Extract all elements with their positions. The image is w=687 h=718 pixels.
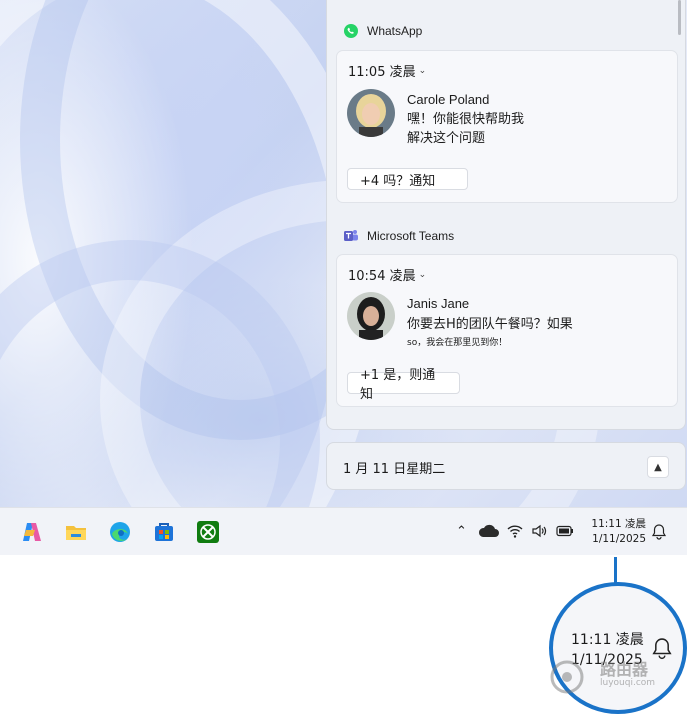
file-explorer-icon[interactable] — [64, 520, 88, 544]
whatsapp-icon — [344, 24, 358, 38]
sender-name: Carole Poland — [407, 92, 490, 107]
cloud-icon[interactable] — [478, 523, 500, 539]
notification-card-whatsapp[interactable]: 11:05 凌晨 ⌄ Carole Poland 嘿！你能很快帮助我 解决这个问… — [336, 50, 678, 203]
xbox-icon[interactable] — [196, 520, 220, 544]
zoom-clock-time: 11:11 凌晨 — [571, 632, 644, 648]
notification-scrollbar[interactable] — [678, 0, 681, 35]
app-name: Microsoft Teams — [367, 229, 455, 243]
notification-app-header-whatsapp: WhatsApp — [343, 23, 422, 39]
store-icon[interactable] — [152, 520, 176, 544]
notification-action-button[interactable]: +1 是，则通知 — [347, 368, 460, 402]
notification-action-button[interactable]: +4 吗？通知 — [347, 168, 468, 190]
sender-name: Janis Jane — [407, 296, 470, 311]
callout-line — [614, 557, 617, 585]
chevron-up-icon[interactable]: ⌃ — [456, 524, 467, 539]
volume-icon[interactable] — [531, 523, 547, 539]
calendar-date: 1 月 11 日星期二 — [343, 462, 446, 477]
message-text-small: so，我会在那里见到你！ — [407, 338, 508, 348]
clock-time: 11:11 凌晨 — [591, 518, 646, 530]
taskbar-clock[interactable]: 11:11 凌晨 1/11/2025 — [588, 517, 646, 547]
calendar-panel[interactable]: 1 月 11 日星期二 ▲ — [326, 442, 686, 490]
notification-time[interactable]: 10:54 凌晨 ⌄ — [348, 265, 426, 284]
chevron-down-icon: ⌄ — [418, 65, 427, 76]
bell-icon[interactable] — [651, 523, 667, 540]
chevron-down-icon: ⌄ — [418, 269, 427, 280]
wifi-icon[interactable] — [507, 523, 523, 539]
watermark-title: 路由器 — [600, 660, 649, 679]
watermark: 路由器 luyouqi.com — [548, 656, 678, 696]
notification-time[interactable]: 11:05 凌晨 ⌄ — [348, 61, 426, 80]
calendar-collapse-button[interactable]: ▲ — [647, 456, 669, 478]
avatar — [347, 89, 395, 137]
notification-app-header-teams: Microsoft Teams — [343, 228, 454, 244]
avatar — [347, 292, 395, 340]
battery-icon[interactable] — [556, 525, 574, 537]
app-name: WhatsApp — [367, 24, 423, 38]
clock-date: 1/11/2025 — [592, 533, 646, 545]
watermark-sub: luyouqi.com — [600, 678, 656, 688]
watermark-logo-icon — [550, 660, 584, 694]
taskbar: ⌃ 11:11 凌晨 1/11/2025 — [0, 507, 687, 555]
message-text: 嘿！你能很快帮助我 解决这个问题 — [407, 112, 525, 146]
message-text: 你要去H的团队午餐吗？如果 — [407, 317, 573, 332]
notification-card-teams[interactable]: 10:54 凌晨 ⌄ Janis Jane 你要去H的团队午餐吗？如果 so，我… — [336, 254, 678, 407]
chevron-up-icon: ▲ — [654, 461, 662, 473]
copilot-icon[interactable] — [20, 520, 44, 544]
edge-icon[interactable] — [108, 520, 132, 544]
teams-icon — [344, 230, 358, 241]
